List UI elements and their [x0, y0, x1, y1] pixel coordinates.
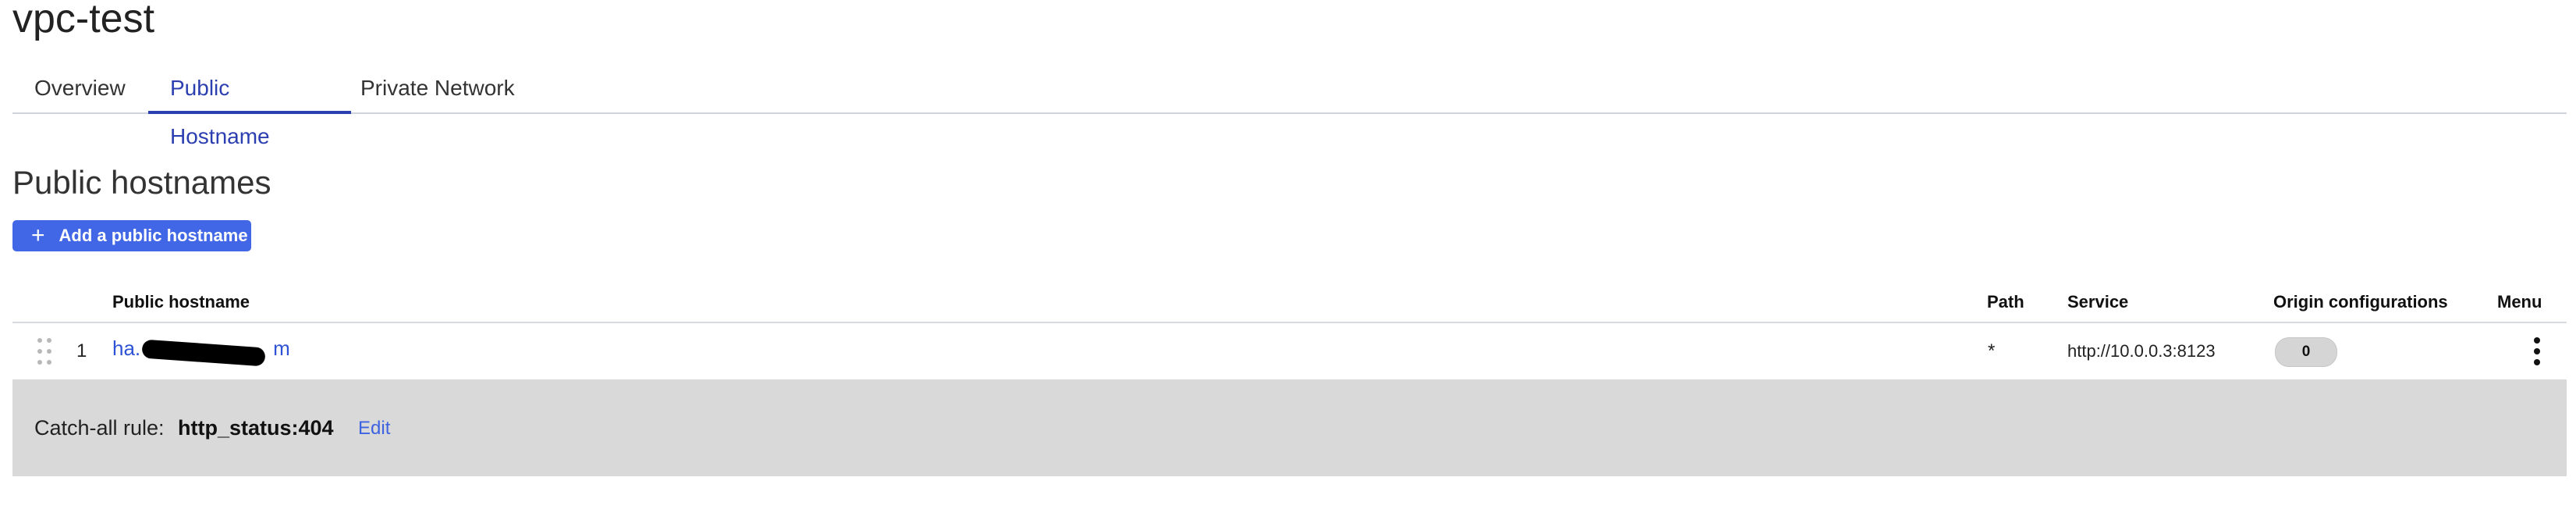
- hostname-cell: ha. m: [112, 334, 300, 367]
- catch-all-edit-link[interactable]: Edit: [358, 415, 390, 442]
- column-header-hostname: Public hostname: [112, 292, 250, 312]
- tab-overview[interactable]: Overview: [12, 64, 147, 111]
- tab-bar: Overview Public Hostname Private Network: [12, 64, 2567, 148]
- tab-public-hostname[interactable]: Public Hostname: [148, 64, 351, 148]
- table-header: Public hostname Path Service Origin conf…: [12, 284, 2567, 323]
- more-vertical-icon[interactable]: [2521, 334, 2553, 369]
- catch-all-label: Catch-all rule:: [34, 416, 165, 440]
- plus-icon: +: [31, 223, 45, 248]
- table-row: 1 ha. m * http://10.0.0.3:8123 0: [12, 323, 2567, 379]
- service-cell: http://10.0.0.3:8123: [2067, 341, 2216, 361]
- catch-all-rule-bar: Catch-all rule: http_status:404 Edit: [12, 379, 2567, 476]
- section-title: Public hostnames: [12, 164, 271, 201]
- path-cell: *: [1988, 340, 1996, 361]
- add-public-hostname-label: Add a public hostname: [59, 226, 248, 245]
- add-public-hostname-button[interactable]: + Add a public hostname: [12, 220, 251, 251]
- column-header-menu: Menu: [2497, 292, 2542, 312]
- origin-configurations-badge[interactable]: 0: [2275, 337, 2337, 367]
- hostname-suffix: m: [273, 336, 290, 360]
- catch-all-value: http_status:404: [178, 416, 334, 440]
- page-title: vpc-test: [12, 0, 155, 41]
- row-index: 1: [76, 340, 87, 361]
- column-header-service: Service: [2067, 292, 2129, 312]
- drag-handle-icon[interactable]: [36, 336, 53, 367]
- column-header-path: Path: [1987, 292, 2024, 312]
- tab-private-network[interactable]: Private Network: [349, 64, 545, 111]
- column-header-origin-configurations: Origin configurations: [2273, 292, 2448, 312]
- hostname-prefix: ha.: [112, 336, 141, 360]
